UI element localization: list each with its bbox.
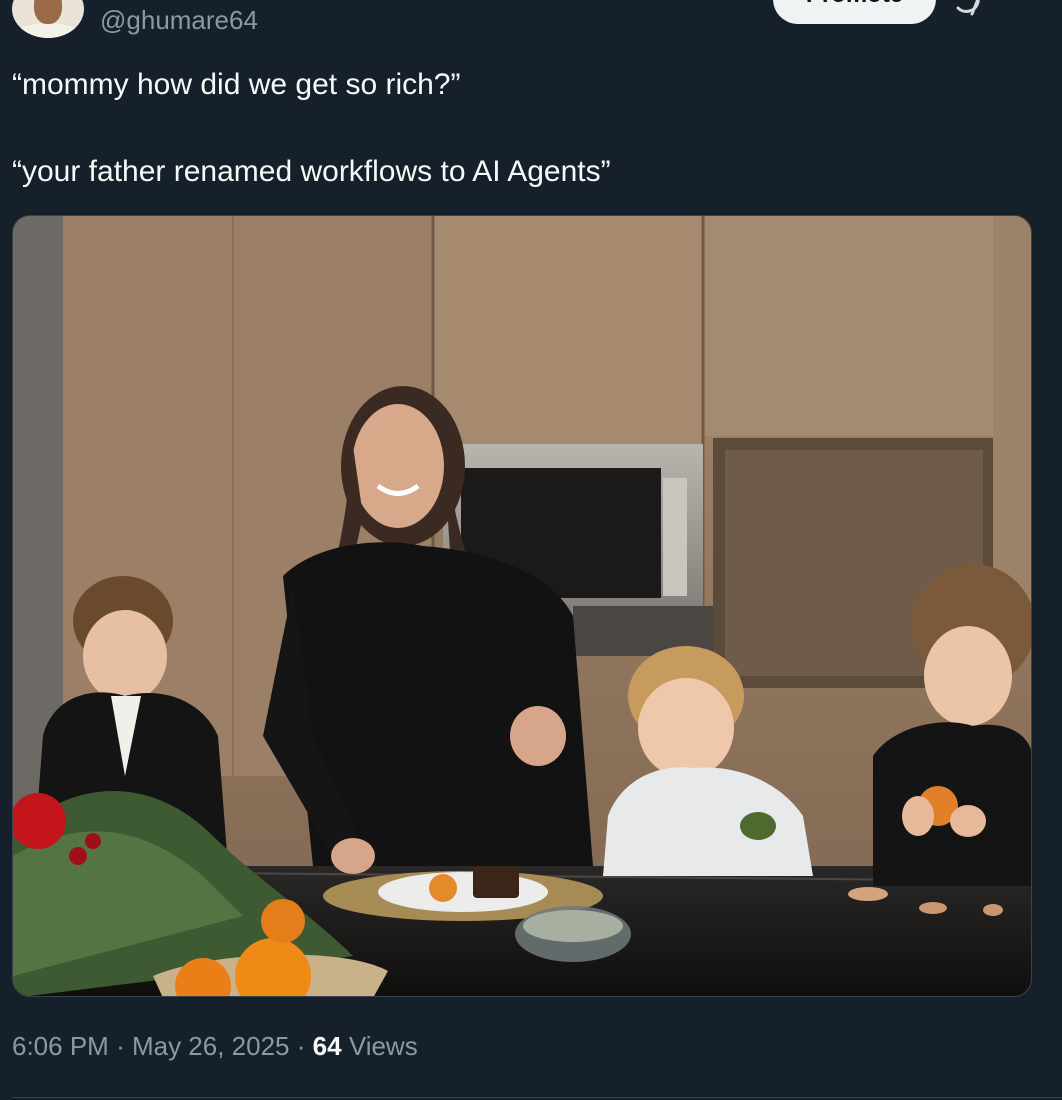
views-label: Views [348,1031,418,1061]
tweet-date[interactable]: May 26, 2025 [132,1031,290,1061]
avatar-shirt [16,24,80,38]
tweet-text-line-1: “mommy how did we get so rich?” [12,68,461,101]
grok-icon[interactable] [950,0,986,18]
photo-illustration [13,216,1031,996]
tweet-meta: 6:06 PM · May 26, 2025 · 64 Views [12,1028,418,1064]
meta-separator: · [296,1031,306,1061]
tweet-text-line-2: “your father renamed workflows to AI Age… [12,155,611,188]
author-handle[interactable]: @ghumare64 [100,2,258,38]
tweet-detail: @ghumare64 Promote “mommy how did we get… [0,0,1062,1100]
avatar-face [34,0,62,24]
divider [12,1097,1062,1098]
promote-button[interactable]: Promote [773,0,936,24]
tweet-time[interactable]: 6:06 PM [12,1031,109,1061]
tweet-photo[interactable] [12,215,1032,997]
views-count[interactable]: 64 [313,1031,342,1061]
meta-separator: · [116,1031,125,1061]
author-avatar[interactable] [12,0,84,38]
